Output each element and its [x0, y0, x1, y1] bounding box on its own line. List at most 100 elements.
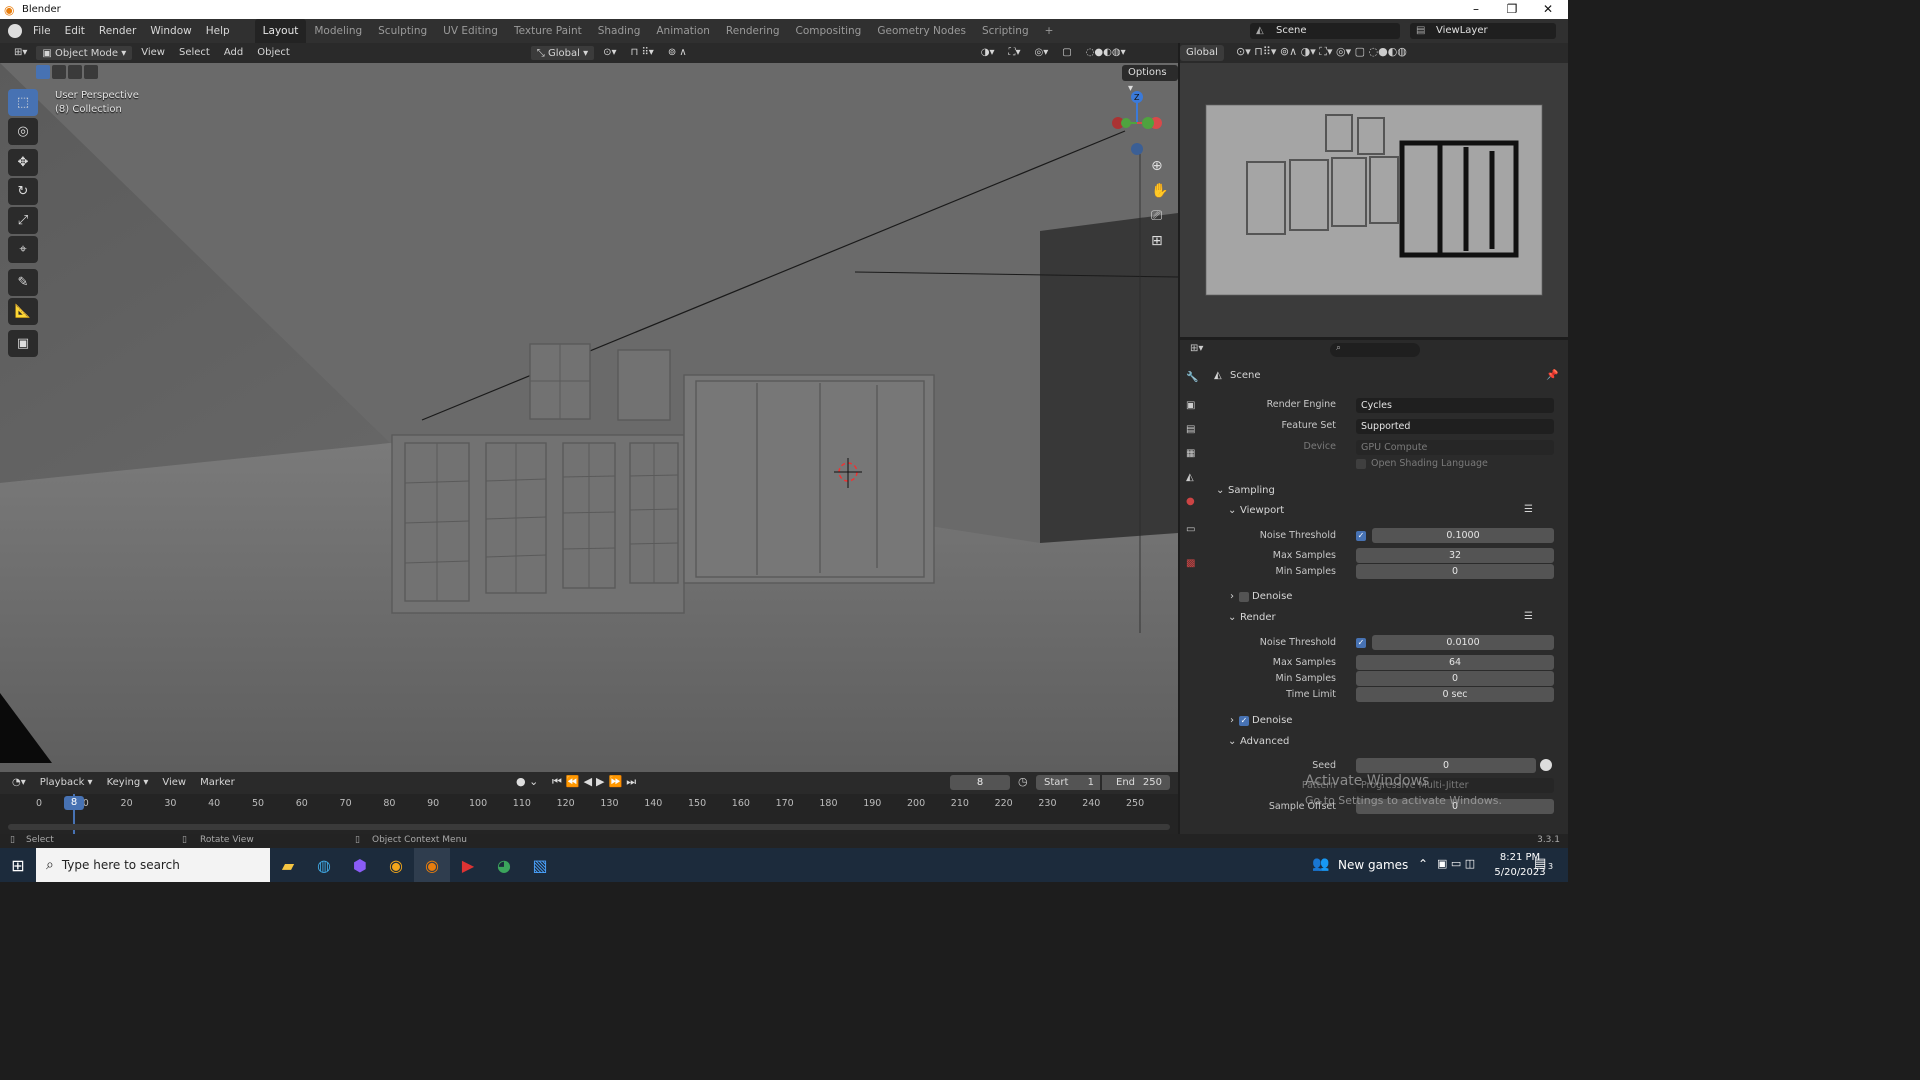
render-min-samples-field[interactable]: 0: [1356, 671, 1554, 686]
chevron-down-icon[interactable]: ⌄: [1228, 505, 1236, 516]
device-select[interactable]: GPU Compute: [1356, 440, 1554, 455]
output-tab-icon[interactable]: ▤: [1186, 424, 1195, 435]
transform-orientation[interactable]: ⤡ Global ▾: [529, 45, 596, 61]
overlay-icon[interactable]: ◎▾: [1029, 45, 1055, 61]
mode-selector[interactable]: ▣ Object Mode ▾: [35, 45, 134, 61]
move-tool-icon[interactable]: ✥: [8, 149, 38, 176]
media-app-icon[interactable]: ▶: [450, 848, 486, 882]
render-max-samples-field[interactable]: 64: [1356, 655, 1554, 670]
options-button[interactable]: Options ▾: [1122, 65, 1178, 94]
timeline-menu-view[interactable]: View: [156, 775, 192, 791]
pivot-icon[interactable]: ⊙▾: [597, 45, 622, 61]
file-explorer-icon[interactable]: ▰: [270, 848, 306, 882]
news-widget-label[interactable]: New games: [1338, 858, 1408, 872]
render-engine-select[interactable]: Cycles: [1356, 398, 1554, 413]
photos-icon[interactable]: ▧: [522, 848, 558, 882]
render-denoise-checkbox[interactable]: ✓: [1239, 716, 1249, 726]
xray-icon[interactable]: ▢: [1056, 45, 1077, 61]
render-tab-icon[interactable]: ▣: [1186, 400, 1195, 411]
scale-tool-icon[interactable]: ⤢: [8, 207, 38, 234]
viewport-denoise-checkbox[interactable]: [1239, 592, 1249, 602]
osl-checkbox[interactable]: [1356, 459, 1366, 469]
sampling-panel-title[interactable]: Sampling: [1228, 485, 1275, 496]
news-widget-icon[interactable]: 👥: [1312, 856, 1329, 872]
gizmo-icon[interactable]: ⛶▾: [1002, 45, 1026, 61]
frame-end-field[interactable]: End 250: [1102, 775, 1170, 790]
viewport-noise-threshold-checkbox[interactable]: ✓: [1356, 531, 1366, 541]
record-icon[interactable]: ● ⌄: [516, 775, 538, 788]
edge-browser-icon[interactable]: ◍: [306, 848, 342, 882]
preview-tool-icons[interactable]: ⊙▾ ⊓⠿▾ ⊚∧ ◑▾ ⛶▾ ◎▾ ▢ ◌●◐◍: [1236, 45, 1407, 59]
viewport-min-samples-field[interactable]: 0: [1356, 564, 1554, 579]
viewport-denoise-label[interactable]: Denoise: [1252, 591, 1292, 602]
viewport-noise-threshold-field[interactable]: 0.1000: [1372, 528, 1554, 543]
select-intersect-icon[interactable]: [84, 65, 98, 79]
menu-render[interactable]: Render: [92, 19, 143, 43]
tab-scripting[interactable]: Scripting: [974, 19, 1037, 43]
select-new-icon[interactable]: [36, 65, 50, 79]
seed-clock-icon[interactable]: [1540, 759, 1552, 771]
scene-tab-icon[interactable]: ◭: [1186, 472, 1194, 483]
pin-icon[interactable]: 📌: [1546, 370, 1558, 381]
view-layer-selector[interactable]: ▤ ViewLayer: [1410, 23, 1556, 39]
transform-tool-icon[interactable]: ⌖: [8, 236, 38, 263]
shading-modes-icon[interactable]: ◌●◐◍▾: [1080, 45, 1132, 61]
tab-compositing[interactable]: Compositing: [788, 19, 870, 43]
scene-selector[interactable]: ◭ Scene: [1250, 23, 1400, 39]
tray-icons[interactable]: ▣ ▭ ◫: [1437, 857, 1475, 870]
annotate-tool-icon[interactable]: ✎: [8, 269, 38, 296]
menu-file[interactable]: File: [26, 19, 58, 43]
select-box-tool-icon[interactable]: ⬚: [8, 89, 38, 116]
timeline-scrollbar[interactable]: [8, 824, 1170, 830]
tab-rendering[interactable]: Rendering: [718, 19, 788, 43]
playhead-frame-badge[interactable]: 8: [64, 796, 84, 810]
properties-search-input[interactable]: ⌕: [1330, 343, 1420, 357]
render-denoise-label[interactable]: Denoise: [1252, 715, 1292, 726]
tray-overflow-icon[interactable]: ⌃: [1418, 857, 1428, 871]
render-noise-threshold-checkbox[interactable]: ✓: [1356, 638, 1366, 648]
viewport-menu-object[interactable]: Object: [251, 45, 296, 61]
blender-menu-icon[interactable]: [8, 24, 22, 38]
playback-controls[interactable]: ⏮⏪◀▶⏩⏭: [552, 775, 640, 789]
3d-viewport[interactable]: ⬚ ◎ ✥ ↻ ⤢ ⌖ ✎ 📐 ▣ User Perspective (8) C…: [0, 63, 1178, 772]
current-frame-field[interactable]: 8: [950, 775, 1010, 790]
tab-texture-paint[interactable]: Texture Paint: [506, 19, 590, 43]
collection-tab-icon[interactable]: ▭: [1186, 524, 1195, 535]
seed-field[interactable]: 0: [1356, 758, 1536, 773]
navigation-gizmo[interactable]: Z: [1104, 87, 1170, 159]
tab-shading[interactable]: Shading: [590, 19, 649, 43]
editor-type-icon[interactable]: ⊞▾: [1190, 343, 1203, 354]
editor-type-icon[interactable]: ⊞▾: [8, 45, 33, 61]
timeline-menu-marker[interactable]: Marker: [194, 775, 241, 791]
cursor-tool-icon[interactable]: ◎: [8, 118, 38, 145]
proportional-edit-icon[interactable]: ⊚ ∧: [662, 45, 693, 61]
rotate-tool-icon[interactable]: ↻: [8, 178, 38, 205]
tab-layout[interactable]: Layout: [254, 19, 307, 43]
tab-uv-editing[interactable]: UV Editing: [435, 19, 506, 43]
chrome-canary-icon[interactable]: ◉: [378, 848, 414, 882]
menu-window[interactable]: Window: [143, 19, 198, 43]
viewport-menu-select[interactable]: Select: [173, 45, 216, 61]
notification-icon[interactable]: ▤: [1534, 856, 1546, 871]
editor-type-icon[interactable]: ◔▾: [6, 775, 32, 791]
viewport-max-samples-field[interactable]: 32: [1356, 548, 1554, 563]
minimize-button[interactable]: –: [1458, 0, 1494, 19]
chevron-down-icon[interactable]: ⌄: [1228, 736, 1236, 747]
blender-taskbar-icon[interactable]: ◉: [414, 848, 450, 882]
render-subpanel-title[interactable]: Render: [1240, 612, 1276, 623]
render-preview[interactable]: [1180, 63, 1568, 337]
preview-orientation[interactable]: Global: [1180, 45, 1224, 61]
tab-animation[interactable]: Animation: [648, 19, 718, 43]
zoom-icon[interactable]: ⊕: [1151, 158, 1163, 174]
select-extend-icon[interactable]: [52, 65, 66, 79]
timeline-menu-keying[interactable]: Keying ▾: [101, 775, 155, 791]
restore-button[interactable]: ❐: [1494, 0, 1530, 19]
tab-sculpting[interactable]: Sculpting: [370, 19, 435, 43]
tab-modeling[interactable]: Modeling: [306, 19, 370, 43]
chevron-down-icon[interactable]: ⌄: [1228, 612, 1236, 623]
select-subtract-icon[interactable]: [68, 65, 82, 79]
chevron-right-icon[interactable]: ›: [1230, 715, 1234, 726]
app-icon-purple[interactable]: ⬢: [342, 848, 378, 882]
timeline[interactable]: 0102030405060708090100110120130140150160…: [0, 794, 1178, 834]
chevron-right-icon[interactable]: ›: [1230, 591, 1234, 602]
